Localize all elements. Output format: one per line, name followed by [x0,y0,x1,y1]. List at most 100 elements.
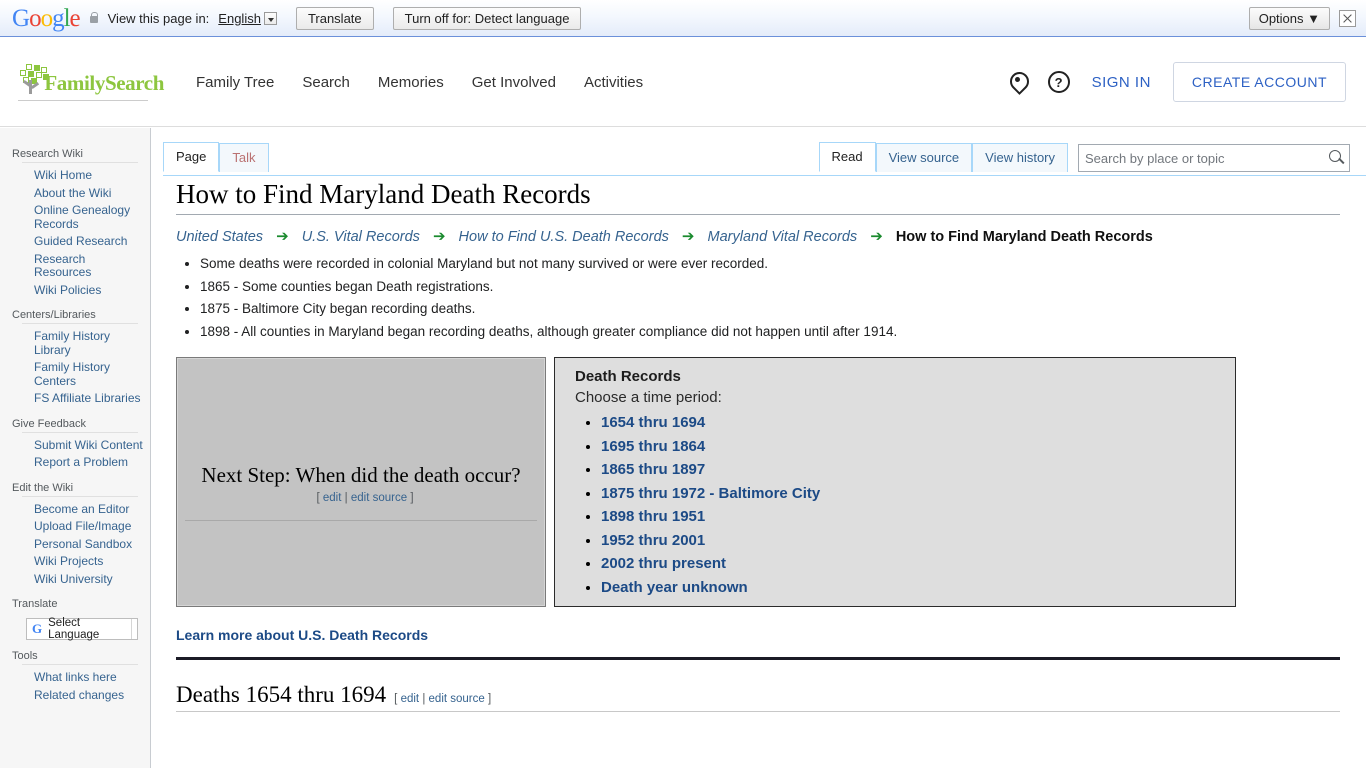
breadcrumb-link-us-vital-records[interactable]: U.S. Vital Records [302,229,420,245]
bracket-close: ] [488,693,492,705]
content-area: Page Talk Read View source View history … [152,128,1366,768]
edit-link[interactable]: edit [323,492,342,504]
sidebar-item-family-history-centers[interactable]: Family History Centers [0,359,150,390]
chevron-down-icon [263,11,277,25]
breadcrumb-link-united-states[interactable]: United States [176,229,263,245]
time-period-link-1695-1864[interactable]: 1695 thru 1864 [601,438,705,455]
breadcrumb-arrow-icon: ➔ [681,228,695,245]
sidebar-heading-give-feedback: Give Feedback [12,417,86,430]
main-navigation: Family Tree Search Memories Get Involved… [196,74,643,91]
nav-item-memories[interactable]: Memories [378,74,444,91]
google-g-icon: G [32,621,43,636]
list-item: 1695 thru 1864 [601,438,1235,455]
list-item: Death year unknown [601,579,1235,596]
sidebar-item-about-the-wiki[interactable]: About the Wiki [0,185,150,203]
edit-link[interactable]: edit [401,693,420,705]
google-logo-letter: g [52,4,64,32]
sidebar-item-wiki-policies[interactable]: Wiki Policies [0,282,150,300]
sidebar-item-report-a-problem[interactable]: Report a Problem [0,454,150,472]
turn-off-translation-button[interactable]: Turn off for: Detect language [392,6,582,30]
sidebar-item-research-resources[interactable]: Research Resources [0,251,150,282]
bracket-open: [ [316,491,320,504]
sidebar-item-become-an-editor[interactable]: Become an Editor [0,501,150,519]
time-period-link-2002-present[interactable]: 2002 thru present [601,555,726,572]
time-period-link-1865-1897[interactable]: 1865 thru 1897 [601,461,705,478]
nav-item-activities[interactable]: Activities [584,74,643,91]
time-period-link-1875-1972-baltimore-city[interactable]: 1875 thru 1972 - Baltimore City [601,485,820,502]
sidebar-item-personal-sandbox[interactable]: Personal Sandbox [0,536,150,554]
breadcrumb-link-how-to-find-us-death-records[interactable]: How to Find U.S. Death Records [459,229,669,245]
view-tabs: Read View source View history [818,142,1350,172]
bracket-open: [ [394,693,398,705]
tab-view-history[interactable]: View history [972,143,1068,172]
sidebar-item-fs-affiliate-libraries[interactable]: FS Affiliate Libraries [0,390,150,408]
header-actions: ? SIGN IN CREATE ACCOUNT [1009,62,1366,102]
tab-read[interactable]: Read [818,142,876,172]
death-records-title: Death Records [575,368,681,385]
translate-options-button[interactable]: Options ▼ [1248,6,1330,30]
tab-view-source[interactable]: View source [875,143,973,172]
translate-button[interactable]: Translate [295,6,374,30]
time-period-link-death-year-unknown[interactable]: Death year unknown [601,579,748,596]
time-period-link-1898-1951[interactable]: 1898 thru 1951 [601,508,705,525]
sidebar-item-wiki-university[interactable]: Wiki University [0,571,150,589]
list-item: 1875 - Baltimore City began recording de… [200,298,1340,321]
breadcrumb-current: How to Find Maryland Death Records [895,229,1153,245]
panels-row: Next Step: When did the death occur? [ ed… [176,357,1340,607]
google-logo-letter: o [29,4,41,32]
nav-item-search[interactable]: Search [302,74,350,91]
tab-page[interactable]: Page [163,142,220,172]
google-logo-letter: G [12,4,30,32]
search-icon[interactable] [1323,145,1349,171]
next-step-edit-links: [ edit | edit source ] [316,492,413,504]
sidebar-divider [22,664,138,665]
sidebar-divider [22,162,138,163]
sidebar-heading-edit-the-wiki: Edit the Wiki [12,481,74,494]
search-input[interactable] [1079,150,1323,166]
section-title: Deaths 1654 thru 1694 [176,682,387,707]
sidebar-heading-centers-libraries: Centers/Libraries [12,309,96,321]
sidebar-item-guided-research[interactable]: Guided Research [0,233,150,251]
learn-more-link[interactable]: Learn more about U.S. Death Records [176,627,428,643]
sidebar-item-what-links-here[interactable]: What links here [0,669,150,687]
next-step-block: Next Step: When did the death occur? [ ed… [177,461,545,504]
section-edit-links: [ edit | edit source ] [394,693,491,705]
nav-item-get-involved[interactable]: Get Involved [472,74,556,91]
sidebar-item-related-changes[interactable]: Related changes [0,687,150,705]
time-period-link-1952-2001[interactable]: 1952 thru 2001 [601,532,705,549]
sidebar-heading-research-wiki: Research Wiki [12,148,83,160]
sidebar-item-online-genealogy-records[interactable]: Online Genealogy Records [0,202,150,233]
nav-item-family-tree[interactable]: Family Tree [196,74,274,91]
left-sidebar: Research Wiki Wiki Home About the Wiki O… [0,128,151,768]
death-records-link-list: 1654 thru 1694 1695 thru 1864 1865 thru … [575,414,1235,596]
sidebar-item-upload-file-image[interactable]: Upload File/Image [0,518,150,536]
section-heading-row: Deaths 1654 thru 1694 [ edit | edit sourc… [176,682,1340,712]
help-question-icon[interactable]: ? [1047,71,1070,93]
edit-source-link[interactable]: edit source [429,693,485,705]
sidebar-item-submit-wiki-content[interactable]: Submit Wiki Content [0,437,150,455]
sidebar-divider [22,495,138,497]
sidebar-item-family-history-library[interactable]: Family History Library [0,328,150,359]
sidebar-item-wiki-home[interactable]: Wiki Home [0,167,150,185]
edit-source-link[interactable]: edit source [351,492,407,504]
bracket-sep: | [422,693,426,705]
tab-talk[interactable]: Talk [219,143,269,172]
next-step-panel: Next Step: When did the death occur? [ ed… [176,357,546,607]
breadcrumb: United States ➔ U.S. Vital Records ➔ How… [176,215,1340,247]
sign-in-link[interactable]: SIGN IN [1092,74,1151,91]
select-language-widget[interactable]: G Select Language [26,617,138,641]
search-box[interactable] [1078,144,1350,172]
close-icon[interactable] [1339,9,1356,27]
death-records-panel: Death Records Choose a time period: 1654… [554,357,1236,607]
translate-language-selector[interactable]: English [218,11,277,26]
sidebar-divider [22,323,138,324]
site-logo[interactable]: FamilySearch [18,63,164,101]
sidebar-item-wiki-projects[interactable]: Wiki Projects [0,553,150,571]
translate-language-value: English [218,10,261,26]
breadcrumb-link-maryland-vital-records[interactable]: Maryland Vital Records [708,229,858,245]
map-pin-icon[interactable] [1009,72,1026,93]
time-period-link-1654-1694[interactable]: 1654 thru 1694 [601,414,705,431]
translate-bar-left: Google View this page in: English Transl… [0,6,1249,31]
page-title: How to Find Maryland Death Records [176,170,1340,215]
create-account-button[interactable]: CREATE ACCOUNT [1172,62,1346,102]
